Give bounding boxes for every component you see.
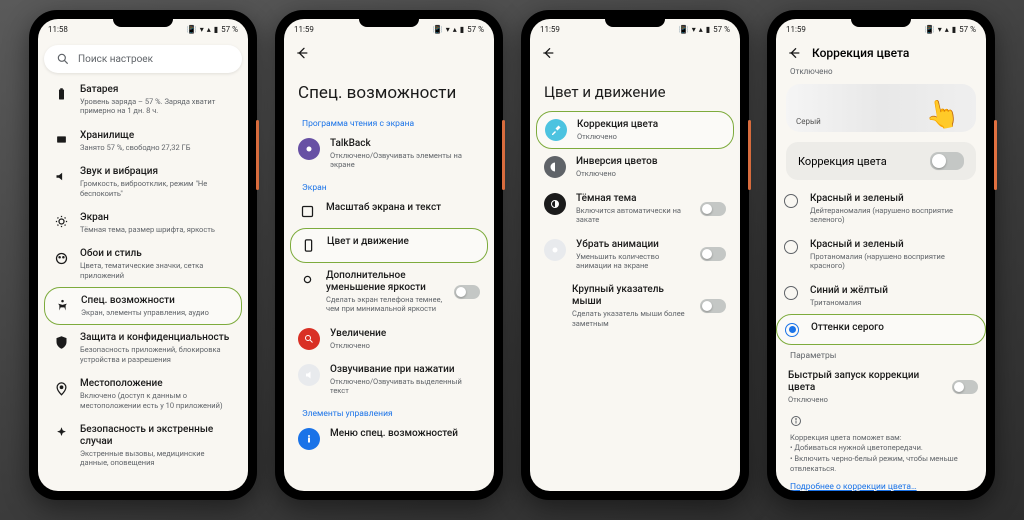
radio[interactable] xyxy=(784,194,798,208)
master-toggle[interactable] xyxy=(930,152,964,170)
status-time: 11:58 xyxy=(48,25,68,34)
signal-icon: ▴ xyxy=(207,25,211,34)
eyedropper-icon xyxy=(545,119,567,141)
page-title: Спец. возможности xyxy=(284,67,494,113)
phone-4: 11:59📳▾▴▮57 % Коррекция цвета Отключено … xyxy=(767,10,995,500)
option-tritanomaly[interactable]: Синий и жёлтыйТританомалия xyxy=(776,278,986,314)
section-screen: Экран xyxy=(290,177,488,195)
settings-item-accessibility[interactable]: Спец. возможностиЭкран, элементы управле… xyxy=(44,287,242,325)
toggle-dark[interactable] xyxy=(700,202,726,216)
speak-icon xyxy=(298,364,320,386)
battery-icon: ▮ xyxy=(214,25,218,34)
option-grayscale[interactable]: Оттенки серого xyxy=(776,314,986,345)
item-color-motion[interactable]: Цвет и движение xyxy=(290,228,488,263)
section-controls: Элементы управления xyxy=(290,403,488,421)
back-icon[interactable] xyxy=(294,45,310,61)
phone-2: 11:59 📳▾▴▮57 % Спец. возможности Програм… xyxy=(275,10,503,500)
radio[interactable] xyxy=(784,240,798,254)
item-a11y-menu[interactable]: Меню спец. возможностей xyxy=(290,421,488,457)
search-settings[interactable]: Поиск настроек xyxy=(44,45,242,73)
search-placeholder: Поиск настроек xyxy=(78,54,153,65)
settings-item-wallpaper[interactable]: Обои и стильЦвета, тематические значки, … xyxy=(44,241,242,287)
master-toggle-row[interactable]: Коррекция цвета xyxy=(786,142,976,180)
dark-icon xyxy=(544,193,566,215)
params-label: Параметры xyxy=(776,345,986,363)
info-box: Коррекция цвета поможет вам: • Добиватьс… xyxy=(776,411,986,478)
settings-item-security[interactable]: Защита и конфиденциальностьБезопасность … xyxy=(44,325,242,371)
mag-icon xyxy=(298,328,320,350)
invert-icon xyxy=(544,156,566,178)
toggle-quick[interactable] xyxy=(952,380,978,394)
settings-item-display[interactable]: ЭкранТёмная тема, размер шрифта, яркость xyxy=(44,205,242,241)
phone-3: 11:59📳▾▴▮57 % Цвет и движение Коррекция … xyxy=(521,10,749,500)
settings-item-emergency[interactable]: Безопасность и экстренные случаиЭкстренн… xyxy=(44,417,242,475)
vibrate-icon: 📳 xyxy=(187,25,197,34)
item-scale[interactable]: Масштаб экрана и текст xyxy=(290,195,488,228)
info-icon xyxy=(790,415,802,427)
settings-item-sound[interactable]: Звук и вибрацияГромкость, виброотклик, р… xyxy=(44,159,242,205)
wifi-icon: ▾ xyxy=(200,25,204,34)
settings-item-battery[interactable]: БатареяУровень заряда – 57 %. Заряда хва… xyxy=(44,77,242,123)
battery-pct: 57 % xyxy=(221,25,238,34)
item-dark-theme[interactable]: Тёмная темаВключится автоматически на за… xyxy=(536,186,734,232)
back-icon[interactable] xyxy=(540,45,556,61)
settings-item-location[interactable]: МестоположениеВключено (доступ к данным … xyxy=(44,371,242,417)
search-icon xyxy=(56,52,70,66)
item-color-correction[interactable]: Коррекция цветаОтключено xyxy=(536,111,734,149)
option-protanomaly[interactable]: Красный и зеленыйПротаномалия (нарушено … xyxy=(776,232,986,278)
anim-icon xyxy=(544,239,566,261)
page-title: Цвет и движение xyxy=(530,67,740,111)
master-toggle-label: Коррекция цвета xyxy=(798,155,887,168)
item-magnification[interactable]: УвеличениеОтключено xyxy=(290,321,488,357)
item-select-to-speak[interactable]: Озвучивание при нажатииОтключено/Озвучив… xyxy=(290,357,488,403)
option-deuteranomaly[interactable]: Красный и зеленыйДейтераномалия (нарушен… xyxy=(776,186,986,232)
item-remove-animations[interactable]: Убрать анимацииУменьшить количество аним… xyxy=(536,232,734,278)
item-talkback[interactable]: TalkBackОтключено/Озвучивать элементы на… xyxy=(290,131,488,177)
topbar: Коррекция цвета xyxy=(776,39,986,67)
item-large-pointer[interactable]: Крупный указатель мышиСделать указатель … xyxy=(536,277,734,335)
item-quick-launch[interactable]: Быстрый запуск коррекции цветаОтключено xyxy=(776,363,986,411)
phone-1: 11:58 📳 ▾ ▴ ▮ 57 % Поиск настроек Батаре… xyxy=(29,10,257,500)
item-color-inversion[interactable]: Инверсия цветовОтключено xyxy=(536,149,734,185)
radio[interactable] xyxy=(784,286,798,300)
menu-icon xyxy=(298,428,320,450)
color-preview: Серый 👆 xyxy=(786,84,976,132)
talkback-icon xyxy=(298,138,320,160)
radio[interactable] xyxy=(785,323,799,337)
settings-item-storage[interactable]: ХранилищеЗанято 57 %, свободно 27,32 ГБ xyxy=(44,123,242,159)
pointer-hand-icon: 👆 xyxy=(923,95,963,132)
page-title: Коррекция цвета xyxy=(812,46,909,60)
toggle-extra-dim[interactable] xyxy=(454,285,480,299)
preview-label: Серый xyxy=(796,117,821,126)
page-subtitle: Отключено xyxy=(776,67,986,80)
toggle-anim[interactable] xyxy=(700,247,726,261)
learn-more-link[interactable]: Подробнее о коррекции цвета… xyxy=(776,478,986,491)
back-icon[interactable] xyxy=(786,45,802,61)
section-reader: Программа чтения с экрана xyxy=(290,113,488,131)
toggle-mouse[interactable] xyxy=(700,299,726,313)
item-extra-dim[interactable]: Дополнительное уменьшение яркостиСделать… xyxy=(290,263,488,321)
